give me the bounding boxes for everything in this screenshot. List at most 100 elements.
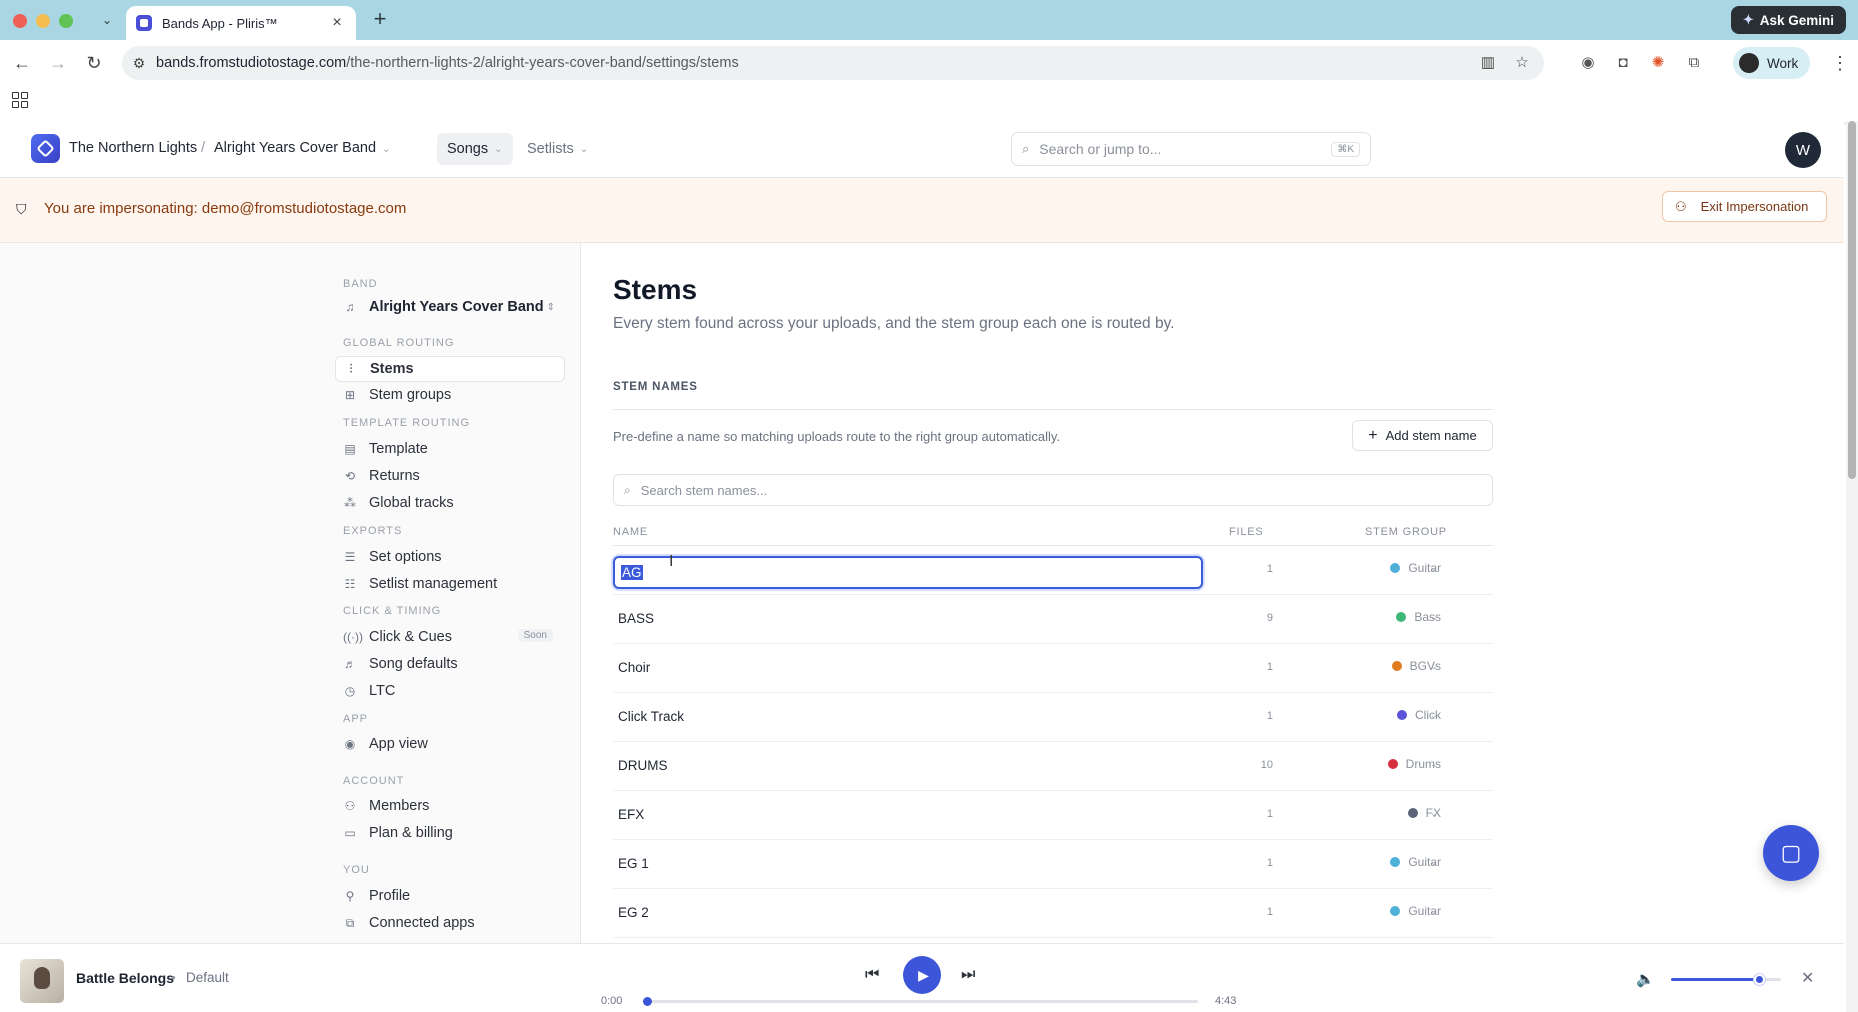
table-row[interactable]: EG 1 1 Guitar ⌄ [613,840,1493,889]
scrollbar-thumb[interactable] [1848,121,1856,479]
sidebar-item-returns[interactable]: ⟲ Returns [335,463,565,489]
sidebar-item-plan-billing[interactable]: ▭ Plan & billing [335,820,565,846]
add-stem-name-button[interactable]: + Add stem name [1352,420,1493,451]
section-label-app: APP [343,713,369,725]
audio-player: Battle Belongs • Default ⏮ ▶ ⏭ 0:00 4:43… [0,943,1844,1012]
bookmark-star-icon[interactable]: ☆ [1512,53,1532,73]
section-divider [613,409,1493,410]
player-song-variant: Default [186,970,229,985]
stem-name[interactable]: Choir [618,660,650,675]
apps-grid-icon[interactable] [12,92,28,108]
extension-camera-icon[interactable]: ◘ [1611,51,1635,75]
section-label-band: BAND [343,278,378,290]
sidebar-item-stem-groups[interactable]: ⊞ Stem groups [335,382,565,408]
stem-name[interactable]: Click Track [618,709,684,724]
tab-songs[interactable]: Songs ⌄ [437,133,513,165]
seek-handle[interactable] [643,997,652,1006]
user-icon: ⚲ [345,889,355,903]
player-song-title[interactable]: Battle Belongs [76,970,174,986]
sidebar-item-members[interactable]: ⚇ Members [335,793,565,819]
skip-back-icon[interactable]: ⏮ [865,966,879,984]
sidebar-item-label: Global tracks [369,495,454,511]
sidebar-item-template[interactable]: ▤ Template [335,436,565,462]
stem-name[interactable]: EG 2 [618,905,649,920]
window-minimize-button[interactable] [36,14,50,28]
window-close-button[interactable] [13,14,27,28]
seek-bar[interactable] [643,997,1198,1006]
sidebar-item-song-defaults[interactable]: ♬ Song defaults [335,651,565,677]
table-row[interactable]: DRUMS 10 Drums ⌄ [613,742,1493,791]
reading-mode-icon[interactable]: ▥ [1478,53,1498,73]
exit-impersonation-button[interactable]: ⚇ Exit Impersonation [1662,191,1827,222]
text-cursor-icon: I [669,553,674,570]
skip-forward-icon[interactable]: ⏭ [961,966,975,984]
volume-slider[interactable] [1671,974,1781,985]
reload-icon[interactable]: ↻ [82,51,106,75]
album-cover [20,959,64,1003]
stem-name[interactable]: EG 1 [618,856,649,871]
table-row[interactable]: EG 2 1 Guitar ⌄ [613,889,1493,938]
chevron-down-icon: ⌄ [1430,808,1438,818]
stem-name-edit-input[interactable]: AG [613,556,1203,589]
table-row[interactable]: BASS 9 Bass ⌄ [613,595,1493,644]
sidebar-item-app-view[interactable]: ◉ App view [335,731,565,757]
extension-lens-icon[interactable]: ◉ [1576,51,1600,75]
app-logo-icon[interactable] [31,134,60,163]
tab-search-chevron-icon[interactable]: ⌄ [98,10,116,30]
back-arrow-icon[interactable]: ← [10,51,34,75]
play-button[interactable]: ▶ [903,956,941,994]
tab-title: Bands App - Pliris™ [162,15,278,31]
ask-gemini-button[interactable]: ✦ Ask Gemini [1730,6,1846,34]
browser-profile-chip[interactable]: Work [1733,47,1811,79]
stem-search-input[interactable] [640,482,1482,498]
tab-close-icon[interactable]: × [328,14,346,32]
volume-icon[interactable]: 🔈 [1636,970,1655,988]
volume-handle[interactable] [1754,974,1765,985]
profile-picture-icon [1739,53,1759,73]
table-row[interactable]: Choir 1 BGVs ⌄ [613,644,1493,693]
sidebar-item-stems[interactable]: ⫶ Stems [335,356,565,382]
sidebar-item-ltc[interactable]: ◷ LTC [335,678,565,704]
global-search-input[interactable]: ⌕ Search or jump to... ⌘K [1011,132,1371,166]
table-row[interactable]: EFX 1 FX ⌄ [613,791,1493,840]
stem-name[interactable]: DRUMS [618,758,668,773]
sidebar-item-setlist-management[interactable]: ☷ Setlist management [335,571,565,597]
group-color-dot [1396,612,1407,622]
stem-name[interactable]: EFX [618,807,644,822]
browser-tab-active[interactable]: Bands App - Pliris™ × [126,6,356,40]
apps-link-icon: ⧉ [345,915,355,930]
breadcrumb-band[interactable]: Alright Years Cover Band ⌄ [214,140,390,156]
tab-setlists[interactable]: Setlists ⌄ [517,133,598,165]
table-row[interactable]: AG I 1 Guitar ⌄ [613,546,1493,595]
extension-burst-icon[interactable]: ✺ [1646,51,1670,75]
window-zoom-button[interactable] [59,14,73,28]
chevron-down-icon: ⌄ [1430,906,1438,916]
sidebar-item-profile[interactable]: ⚲ Profile [335,883,565,909]
stem-name[interactable]: BASS [618,611,654,626]
nodes-icon: ⁂ [344,496,356,510]
extensions-puzzle-icon[interactable]: ⧉ [1682,51,1706,75]
address-bar[interactable]: ⚙ bands.fromstudiotostage.com/the-northe… [122,46,1544,80]
sidebar-item-connected-apps[interactable]: ⧉ Connected apps [335,910,565,936]
music-note-icon: ♫ [345,300,355,314]
table-row[interactable]: Click Track 1 Click ⌄ [613,693,1493,742]
page-scrollbar[interactable] [1846,121,1858,1012]
music-file-icon: ♬ [344,657,356,671]
user-x-icon: ⚇ [1675,198,1687,214]
band-selector[interactable]: ♫ Alright Years Cover Band ⇕ [335,294,565,320]
sidebar-item-global-tracks[interactable]: ⁂ Global tracks [335,490,565,516]
sidebar-item-label: Members [369,798,430,814]
stem-search-field[interactable]: ⌕ [613,474,1493,506]
total-duration: 4:43 [1215,995,1237,1007]
sidebar-item-click-cues[interactable]: ((·)) Click & Cues Soon [335,624,565,650]
browser-menu-icon[interactable]: ⋮ [1830,51,1850,75]
close-player-icon[interactable]: ✕ [1801,968,1814,988]
chat-support-button[interactable]: ▢ [1763,825,1819,881]
files-count: 1 [1266,661,1273,673]
site-info-icon[interactable]: ⚙ [122,55,156,72]
new-tab-icon[interactable]: + [368,8,392,32]
forward-arrow-icon[interactable]: → [46,51,70,75]
sidebar-item-set-options[interactable]: ☰ Set options [335,544,565,570]
breadcrumb-org[interactable]: The Northern Lights [69,140,197,156]
user-avatar[interactable]: W [1785,132,1821,168]
